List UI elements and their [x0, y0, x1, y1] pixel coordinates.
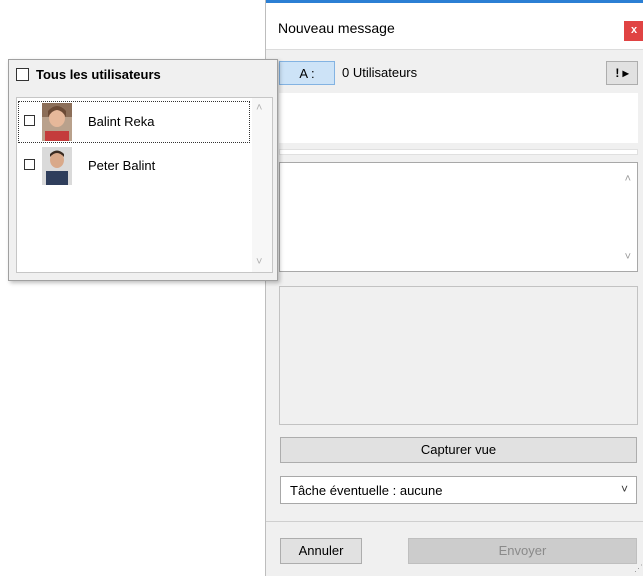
send-button: Envoyer: [408, 538, 637, 564]
user-checkbox[interactable]: [24, 115, 35, 126]
options-icon[interactable]: ! ▸: [606, 61, 638, 85]
capture-preview-area: [279, 286, 638, 425]
titlebar: Nouveau message x: [266, 3, 643, 50]
window-title: Nouveau message: [278, 20, 395, 36]
list-item[interactable]: Peter Balint: [17, 144, 251, 188]
task-select-value: Tâche éventuelle : aucune: [290, 483, 443, 498]
to-button[interactable]: A :: [279, 61, 335, 85]
avatar: [42, 147, 72, 185]
resize-grip-icon[interactable]: ⋰: [634, 563, 643, 574]
scroll-up-icon[interactable]: ˄: [625, 173, 631, 185]
user-name: Balint Reka: [88, 114, 155, 129]
scroll-up-icon[interactable]: ˄: [256, 102, 262, 114]
cancel-button[interactable]: Annuler: [280, 538, 362, 564]
footer-divider: [266, 521, 643, 522]
task-select[interactable]: Tâche éventuelle : aucune ˅: [280, 476, 637, 504]
list-item[interactable]: Balint Reka: [17, 100, 251, 144]
subject-strip: [279, 149, 638, 155]
capture-view-button[interactable]: Capturer vue: [280, 437, 637, 463]
chevron-down-icon: ˅: [620, 482, 628, 496]
user-name: Peter Balint: [88, 158, 156, 173]
scroll-down-icon[interactable]: ˅: [256, 256, 262, 268]
close-icon[interactable]: x: [624, 21, 643, 41]
user-checkbox[interactable]: [24, 159, 35, 170]
users-scrollbar[interactable]: ˄ ˅: [252, 98, 272, 272]
message-body-input[interactable]: ˄ ˅: [279, 162, 638, 272]
select-all-checkbox[interactable]: [16, 68, 29, 81]
scroll-down-icon[interactable]: ˅: [625, 251, 631, 263]
recipient-count: 0 Utilisateurs: [342, 65, 418, 80]
avatar: [42, 103, 72, 141]
select-all-label[interactable]: Tous les utilisateurs: [36, 67, 161, 82]
users-list: Balint Reka Peter Balint ˄ ˅: [16, 97, 273, 273]
new-message-window: Nouveau message x A : 0 Utilisateurs ! ▸…: [265, 0, 643, 576]
users-panel: Tous les utilisateurs Balint Reka Peter …: [8, 59, 278, 281]
recipients-field[interactable]: [279, 93, 638, 143]
